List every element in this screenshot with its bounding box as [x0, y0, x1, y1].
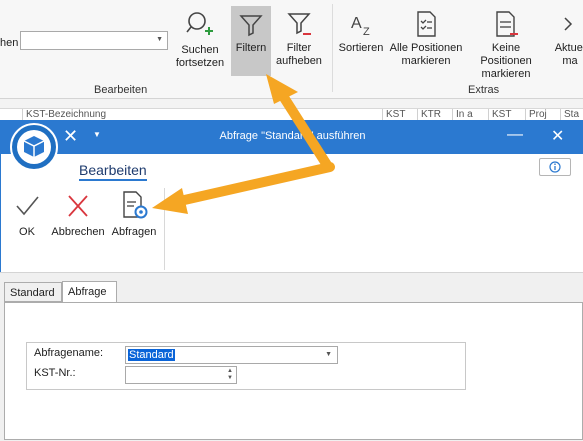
tab-abfrage[interactable]: Abfrage — [62, 281, 117, 303]
abfragename-combo[interactable]: Standard ▼ — [125, 346, 338, 364]
group-separator — [332, 4, 333, 92]
abbrechen-label: Abbrechen — [51, 226, 105, 238]
keine-positionen-label: Keine Positionen markieren — [480, 42, 532, 80]
cancel-x-icon — [68, 195, 88, 217]
chevron-icon — [564, 17, 573, 31]
chevron-down-icon[interactable]: ▼ — [325, 351, 332, 358]
dialog-title: Abfrage "Standard" ausführen — [219, 130, 366, 142]
info-icon — [549, 161, 561, 173]
search-plus-icon — [186, 12, 213, 35]
abbrechen-button[interactable]: Abbrechen — [49, 192, 107, 238]
filter-aufheben-button[interactable]: Filter aufheben — [274, 2, 324, 68]
filter-remove-icon — [287, 13, 311, 35]
search-label: hen — [0, 37, 19, 49]
filter-aufheben-label: Filter aufheben — [276, 42, 322, 67]
svg-text:A: A — [351, 15, 362, 32]
sortieren-button[interactable]: A Z Sortieren — [336, 2, 386, 55]
sort-az-icon: A Z — [351, 15, 370, 38]
tab-bearbeiten[interactable]: Bearbeiten — [79, 162, 147, 181]
aktuelle-label: Aktuel ma — [554, 42, 583, 67]
suchen-fortsetzen-button[interactable]: Suchen fortsetzen — [172, 2, 228, 70]
checkmark-icon — [16, 196, 39, 216]
sortieren-label: Sortieren — [338, 42, 384, 54]
dialog-ribbon: Bearbeiten OK Abbrechen Abfragen — [1, 154, 583, 272]
dialog-titlebar: ✕ ▼ Abfrage "Standard" ausführen — ✕ — [1, 120, 583, 154]
group-label-extras: Extras — [468, 84, 500, 96]
close-window-icon[interactable]: ✕ — [551, 126, 564, 146]
filter-icon — [239, 15, 263, 37]
chevron-down-icon: ▼ — [156, 36, 163, 43]
spin-down-icon[interactable]: ▼ — [227, 375, 233, 381]
cube-logo-icon — [17, 130, 51, 164]
alle-positionen-markieren-button[interactable]: Alle Positionen markieren — [389, 2, 463, 68]
abfragen-button[interactable]: Abfragen — [109, 190, 159, 238]
alle-positionen-label: Alle Positionen markieren — [389, 42, 463, 67]
filtern-label: Filtern — [235, 42, 267, 54]
keine-positionen-markieren-button[interactable]: Keine Positionen markieren — [466, 2, 546, 81]
app-logo — [10, 123, 58, 171]
info-button[interactable] — [539, 158, 571, 176]
filtern-button[interactable]: Filtern — [231, 6, 271, 76]
ok-button[interactable]: OK — [9, 192, 45, 238]
abfragen-label: Abfragen — [111, 226, 157, 238]
query-document-gear-icon — [123, 191, 148, 219]
abfragename-label: Abfragename: — [34, 347, 104, 359]
minimize-icon[interactable]: — — [507, 126, 523, 144]
spin-up-icon[interactable]: ▲ — [227, 368, 233, 374]
ribbon-separator — [164, 188, 165, 270]
main-ribbon: hen ▼ Suchen fortsetzen Filtern Filter a… — [0, 0, 583, 99]
svg-text:Z: Z — [363, 26, 370, 38]
tab-standard[interactable]: Standard — [4, 282, 62, 302]
suchen-fortsetzen-label: Suchen fortsetzen — [175, 44, 225, 69]
kst-nr-spinner[interactable]: ▲ ▼ — [125, 366, 237, 384]
search-combo[interactable]: ▼ — [20, 31, 168, 50]
aktuelle-button[interactable]: Aktuel ma — [550, 2, 583, 68]
group-label-bearbeiten: Bearbeiten — [94, 84, 148, 96]
kst-nr-label: KST-Nr.: — [34, 367, 76, 379]
select-none-icon — [496, 11, 518, 37]
ok-label: OK — [19, 226, 35, 238]
abfragename-value: Standard — [128, 349, 175, 361]
select-all-icon — [417, 11, 436, 37]
